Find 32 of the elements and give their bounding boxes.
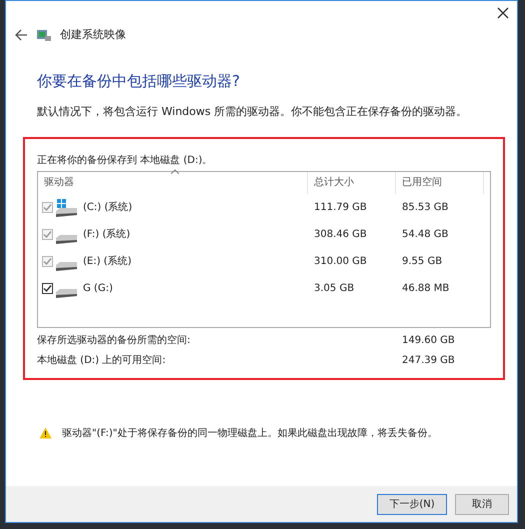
warning-icon (39, 427, 52, 439)
table-cell-text: 85.53 GB (401, 200, 450, 214)
table-cell-text: 111.79 GB (313, 200, 368, 214)
back-arrow-icon[interactable] (14, 28, 28, 42)
warning-text: 驱动器"(F:)"处于将保存备份的同一物理磁盘上。如果此磁盘出现故障，将丢失备份。 (62, 426, 438, 440)
table-cell-text: 308.46 GB (313, 228, 368, 242)
sort-caret-icon (171, 168, 179, 174)
checkbox[interactable] (42, 282, 53, 294)
dialog-button[interactable]: 取消 (455, 494, 509, 514)
window-title: 创建系统映像 (60, 27, 126, 43)
table-cell-text: 46.88 MB (401, 282, 450, 296)
table-cell-text: 9.55 GB (401, 254, 444, 268)
summary-label: 保存所选驱动器的备份所需的空间: (37, 334, 192, 348)
dialog-button[interactable]: 下一步(N) (377, 494, 447, 514)
drive-name: (C:) (系统) (83, 200, 132, 214)
summary-value: 247.39 GB (402, 354, 455, 368)
description-text: 默认情况下，将包含运行 Windows 所需的驱动器。你不能包含正在保存备份的驱动器。 (37, 104, 468, 120)
page-heading: 你要在备份中包括哪些驱动器? (37, 70, 241, 92)
drive-name: (E:) (系统) (83, 254, 132, 268)
column-header[interactable]: 已用空间 (396, 172, 484, 194)
close-icon[interactable] (495, 5, 511, 21)
column-header[interactable]: 总计大小 (308, 172, 396, 194)
table-cell-text: 310.00 GB (313, 254, 368, 268)
computer-icon (36, 27, 52, 44)
summary-value: 149.60 GB (402, 334, 455, 348)
table-cell-text: 54.48 GB (401, 228, 450, 242)
saving-to-text: 正在将你的备份保存到 本地磁盘 (D:)。 (37, 154, 214, 168)
drive-name: (F:) (系统) (83, 228, 130, 242)
summary-label: 本地磁盘 (D:) 上的可用空间: (37, 354, 167, 368)
column-header[interactable]: 驱动器 (38, 172, 308, 194)
table-cell-text: 3.05 GB (313, 282, 356, 296)
drive-name: G (G:) (83, 282, 113, 296)
